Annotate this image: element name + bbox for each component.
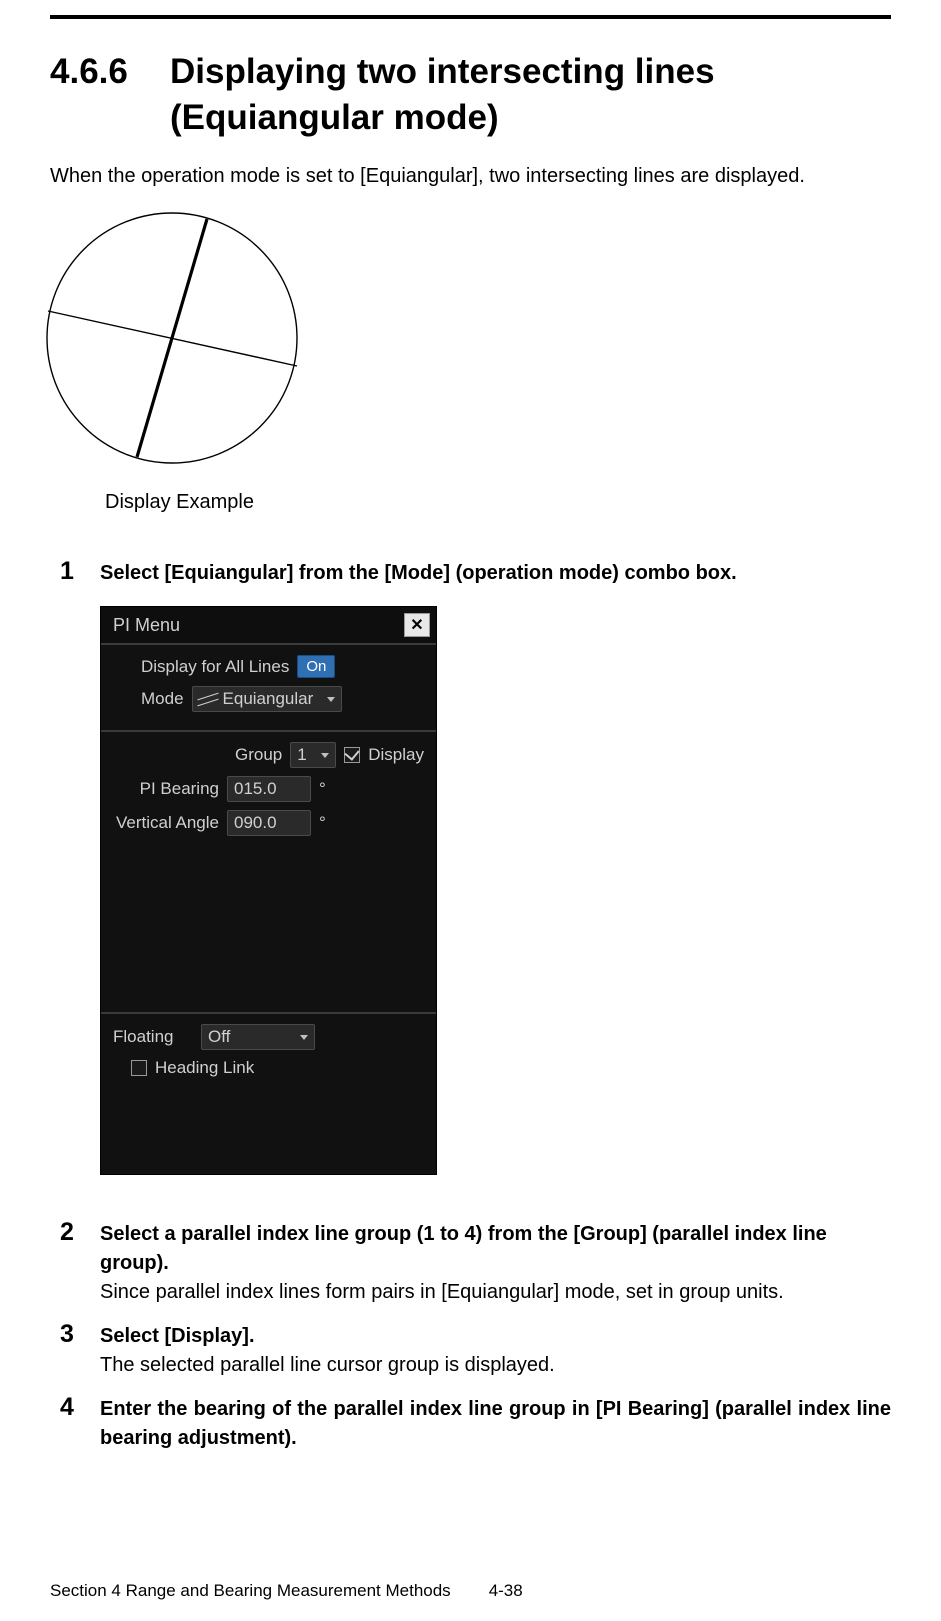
- chevron-down-icon: [321, 753, 329, 758]
- step-1-number: 1: [60, 557, 74, 586]
- display-example-caption: Display Example: [105, 491, 891, 514]
- pi-section-top: Display for All Lines On Mode Equiangula…: [101, 645, 436, 732]
- mode-row: Mode Equiangular: [113, 686, 424, 712]
- intersecting-lines-diagram: [35, 208, 310, 478]
- intro-text: When the operation mode is set to [Equia…: [50, 165, 891, 188]
- pi-bearing-row: PI Bearing 015.0 °: [113, 776, 424, 802]
- pi-bearing-label: PI Bearing: [113, 779, 219, 799]
- step-3-title: Select [Display].: [100, 1322, 891, 1351]
- step-2: 2 Select a parallel index line group (1 …: [50, 1220, 891, 1304]
- heading-link-checkbox[interactable]: [131, 1060, 147, 1076]
- step-3-number: 3: [60, 1320, 74, 1349]
- pi-menu-panel: PI Menu ✕ Display for All Lines On Mode …: [100, 606, 437, 1175]
- mode-combo[interactable]: Equiangular: [192, 686, 342, 712]
- step-4-title: Enter the bearing of the parallel index …: [100, 1395, 891, 1453]
- step-4: 4 Enter the bearing of the parallel inde…: [50, 1395, 891, 1453]
- display-checkbox-label: Display: [368, 745, 424, 765]
- heading-link-row: Heading Link: [113, 1058, 424, 1078]
- mode-label: Mode: [141, 689, 184, 709]
- chevron-down-icon: [300, 1035, 308, 1040]
- vertical-angle-row: Vertical Angle 090.0 °: [113, 810, 424, 836]
- step-4-number: 4: [60, 1393, 74, 1422]
- floating-label: Floating: [113, 1027, 193, 1047]
- section-title: Displaying two intersecting lines (Equia…: [170, 49, 860, 140]
- footer-section: Section 4 Range and Bearing Measurement …: [50, 1581, 451, 1601]
- pi-bearing-input[interactable]: 015.0: [227, 776, 311, 802]
- step-1-title: Select [Equiangular] from the [Mode] (op…: [100, 559, 891, 588]
- close-button[interactable]: ✕: [404, 613, 430, 637]
- pi-menu-title: PI Menu: [113, 615, 180, 636]
- degree-symbol: °: [319, 813, 326, 833]
- page-footer: Section 4 Range and Bearing Measurement …: [50, 1581, 523, 1601]
- step-2-number: 2: [60, 1218, 74, 1247]
- pi-section-middle: Group 1 Display PI Bearing 015.0 ° Verti…: [101, 732, 436, 1014]
- group-value: 1: [297, 745, 306, 765]
- section-heading: 4.6.6Displaying two intersecting lines (…: [50, 49, 891, 140]
- group-row: Group 1 Display: [113, 742, 424, 768]
- pi-menu-titlebar: PI Menu ✕: [101, 607, 436, 645]
- footer-page: 4-38: [489, 1581, 523, 1601]
- group-combo[interactable]: 1: [290, 742, 336, 768]
- display-checkbox[interactable]: [344, 747, 360, 763]
- pi-section-bottom: Floating Off Heading Link: [101, 1014, 436, 1174]
- step-2-title: Select a parallel index line group (1 to…: [100, 1220, 891, 1278]
- display-example-figure: Display Example: [35, 208, 891, 514]
- display-all-row: Display for All Lines On: [113, 655, 424, 678]
- step-3: 3 Select [Display]. The selected paralle…: [50, 1322, 891, 1377]
- group-label: Group: [235, 745, 282, 765]
- degree-symbol: °: [319, 779, 326, 799]
- floating-value: Off: [208, 1027, 230, 1047]
- vertical-angle-label: Vertical Angle: [113, 813, 219, 833]
- step-2-text: Since parallel index lines form pairs in…: [100, 1281, 891, 1304]
- heading-link-label: Heading Link: [155, 1058, 254, 1078]
- mode-value: Equiangular: [223, 689, 314, 709]
- vertical-angle-input[interactable]: 090.0: [227, 810, 311, 836]
- step-1: 1 Select [Equiangular] from the [Mode] (…: [50, 559, 891, 588]
- floating-combo[interactable]: Off: [201, 1024, 315, 1050]
- step-3-text: The selected parallel line cursor group …: [100, 1354, 891, 1377]
- floating-row: Floating Off: [113, 1024, 424, 1050]
- equiangular-icon: [199, 692, 217, 706]
- top-rule: [50, 15, 891, 19]
- display-all-label: Display for All Lines: [141, 657, 289, 677]
- section-number: 4.6.6: [50, 49, 170, 95]
- display-all-toggle[interactable]: On: [297, 655, 335, 678]
- chevron-down-icon: [327, 697, 335, 702]
